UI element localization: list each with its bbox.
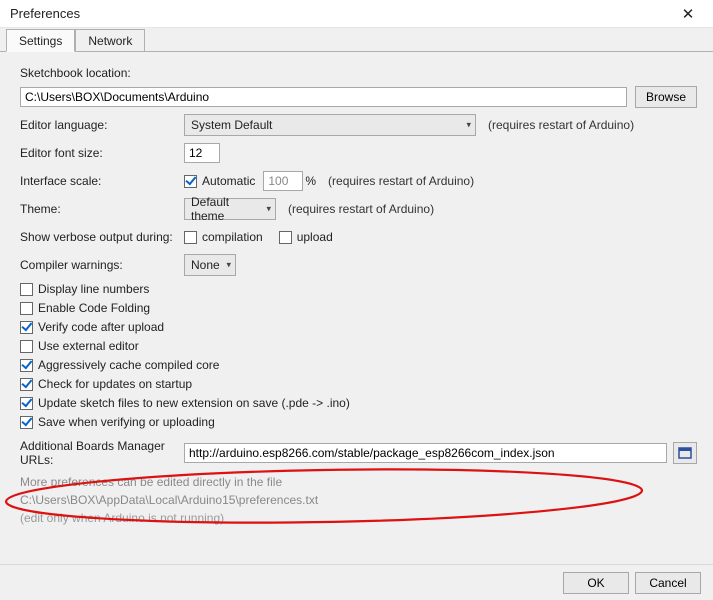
cache-core-checkbox[interactable] [20, 359, 33, 372]
verbose-compilation-checkbox[interactable] [184, 231, 197, 244]
tab-settings[interactable]: Settings [6, 29, 75, 52]
edit-only-note: (edit only when Arduino is not running) [20, 511, 697, 525]
theme-label: Theme: [20, 202, 184, 216]
display-line-numbers-label: Display line numbers [38, 282, 149, 296]
scale-auto-label: Automatic [202, 174, 255, 188]
enable-code-folding-label: Enable Code Folding [38, 301, 150, 315]
language-select[interactable]: System Default ▾ [184, 114, 476, 136]
window-title: Preferences [10, 6, 80, 21]
theme-hint: (requires restart of Arduino) [288, 202, 434, 216]
close-icon[interactable]: ✕ [671, 5, 705, 23]
theme-value: Default theme [191, 195, 257, 223]
sketchbook-label: Sketchbook location: [20, 66, 131, 80]
warnings-value: None [191, 258, 220, 272]
chevron-down-icon: ▾ [266, 204, 271, 215]
preferences-dialog: Preferences ✕ Settings Network Sketchboo… [0, 0, 713, 600]
cancel-button[interactable]: Cancel [635, 572, 701, 594]
save-on-verify-checkbox[interactable] [20, 416, 33, 429]
language-value: System Default [191, 118, 272, 132]
theme-select[interactable]: Default theme ▾ [184, 198, 276, 220]
tab-network[interactable]: Network [75, 29, 145, 51]
verify-after-upload-label: Verify code after upload [38, 320, 164, 334]
cache-core-label: Aggressively cache compiled core [38, 358, 219, 372]
scale-auto-checkbox[interactable] [184, 175, 197, 188]
update-ext-checkbox[interactable] [20, 397, 33, 410]
scale-label: Interface scale: [20, 174, 184, 188]
scale-pct: % [305, 174, 316, 188]
verbose-upload-checkbox[interactable] [279, 231, 292, 244]
check-updates-label: Check for updates on startup [38, 377, 192, 391]
display-line-numbers-checkbox[interactable] [20, 283, 33, 296]
ok-button[interactable]: OK [563, 572, 629, 594]
verbose-compilation-label: compilation [202, 230, 263, 244]
chevron-down-icon: ▾ [466, 120, 471, 131]
window-icon [678, 447, 692, 459]
scale-hint: (requires restart of Arduino) [328, 174, 474, 188]
sketchbook-path-input[interactable] [20, 87, 627, 107]
language-hint: (requires restart of Arduino) [488, 118, 634, 132]
save-on-verify-label: Save when verifying or uploading [38, 415, 215, 429]
language-label: Editor language: [20, 118, 184, 132]
titlebar: Preferences ✕ [0, 0, 713, 28]
browse-button[interactable]: Browse [635, 86, 697, 108]
warnings-select[interactable]: None ▾ [184, 254, 236, 276]
fontsize-input[interactable] [184, 143, 220, 163]
dialog-footer: OK Cancel [0, 564, 713, 600]
external-editor-label: Use external editor [38, 339, 139, 353]
prefs-file-path[interactable]: C:\Users\BOX\AppData\Local\Arduino15\pre… [20, 493, 697, 507]
verbose-label: Show verbose output during: [20, 230, 184, 244]
enable-code-folding-checkbox[interactable] [20, 302, 33, 315]
scale-value-input[interactable] [263, 171, 303, 191]
boards-url-label: Additional Boards Manager URLs: [20, 439, 184, 467]
fontsize-label: Editor font size: [20, 146, 184, 160]
boards-url-expand-button[interactable] [673, 442, 697, 464]
chevron-down-icon: ▾ [226, 260, 231, 271]
update-ext-label: Update sketch files to new extension on … [38, 396, 350, 410]
boards-url-input[interactable] [184, 443, 667, 463]
more-prefs-note: More preferences can be edited directly … [20, 475, 697, 489]
warnings-label: Compiler warnings: [20, 258, 184, 272]
check-updates-checkbox[interactable] [20, 378, 33, 391]
tab-bar: Settings Network [0, 28, 713, 52]
verify-after-upload-checkbox[interactable] [20, 321, 33, 334]
verbose-upload-label: upload [297, 230, 333, 244]
external-editor-checkbox[interactable] [20, 340, 33, 353]
settings-panel: Sketchbook location: Browse Editor langu… [0, 52, 713, 529]
